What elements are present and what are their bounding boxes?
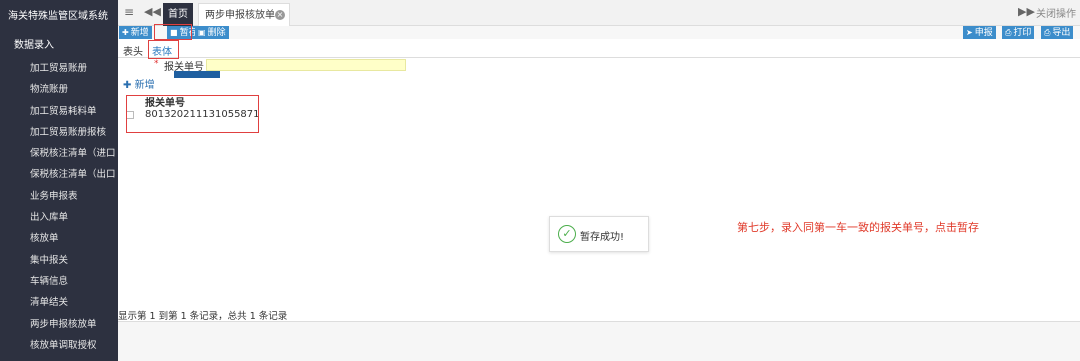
body-tab-highlight-box [148,40,179,59]
plus-icon: ✚ [122,28,129,37]
sidebar-item[interactable]: 加工贸易耗料单 [0,101,118,122]
selection-chip [174,71,220,78]
sidebar-item[interactable]: 保税核注清单（出口 [0,164,118,185]
export-button[interactable]: ⎙ 导出 [1041,26,1074,39]
sidebar-item[interactable]: 物流账册 [0,79,118,100]
sidebar-item[interactable]: 核放单 [0,228,118,249]
declaration-number-input[interactable] [206,59,406,71]
close-tab-icon[interactable]: × [275,10,285,20]
toast-message: 暂存成功! [580,232,625,243]
sidebar: 海关特殊监管区域系统 数据录入 加工贸易账册 物流账册 加工贸易耗料单 加工贸易… [0,0,118,361]
bottom-area [118,322,1080,361]
sidebar-item[interactable]: 业务申报表 [0,186,118,207]
send-icon: ➤ [966,28,973,37]
sidebar-item[interactable]: 车辆信息 [0,271,118,292]
record-count: 显示第 1 到第 1 条记录，总共 1 条记录 [118,311,288,322]
sidebar-item[interactable]: 核放单调取授权 [0,335,118,356]
tab-header[interactable]: 表头 [123,43,143,58]
add-row-button[interactable]: ✚ 新增 [123,76,155,91]
tab-two-step-declaration[interactable]: 两步申报核放单 × [198,3,290,26]
success-toast: ✓ 暂存成功! [549,216,649,252]
apply-button[interactable]: ➤ 申报 [963,26,996,39]
sidebar-item[interactable]: 两步申报核放单 [0,314,118,335]
sidebar-item[interactable]: 加工贸易账册报核 [0,122,118,143]
trash-icon: ▣ [198,28,206,37]
required-mark: * [154,59,159,69]
save-highlight-box [154,24,192,40]
export-icon: ⎙ [1044,28,1051,37]
print-icon: ⎙ [1005,28,1012,37]
print-button[interactable]: ⎙ 打印 [1002,26,1035,39]
system-title: 海关特殊监管区域系统 [8,11,108,22]
check-icon: ✓ [558,225,576,243]
sidebar-item[interactable]: 清单结关 [0,292,118,313]
plus-icon: ✚ [123,80,132,91]
toolbar: ✚ 新增 ■ 暂存 ▣ 删除 ➤ 申报 ⎙ 打印 ⎙ 导出 [118,26,1080,39]
sidebar-item[interactable]: 保税核注清单（进口 [0,143,118,164]
delete-button[interactable]: ▣ 删除 [195,26,229,39]
sidebar-item[interactable]: 加工贸易账册 [0,58,118,79]
instruction-annotation: 第七步，录入同第一车一致的报关单号，点击暂存 [737,221,979,234]
form-subtabs: 表头 表体 [118,40,1080,58]
tab-home[interactable]: 首页 [163,3,193,26]
sidebar-item[interactable]: 集中报关 [0,250,118,271]
new-button[interactable]: ✚ 新增 [119,26,152,39]
tab-scroll-left-icon[interactable]: ◀◀ [144,5,161,19]
sidebar-item[interactable]: 出入库单 [0,207,118,228]
close-operations-button[interactable]: 关闭操作 [1036,5,1076,20]
declaration-number-row: * 报关单号 [118,58,1080,73]
tab-scroll-right-icon[interactable]: ▶▶ [1018,5,1035,18]
menu-group-data-entry[interactable]: 数据录入 [0,34,118,58]
tab-label: 两步申报核放单 [205,10,275,21]
list-highlight-box [126,95,259,133]
tab-bar: ≡ ◀◀ 首页 两步申报核放单 × ▶▶ 关闭操作 [118,0,1080,26]
main-content: ≡ ◀◀ 首页 两步申报核放单 × ▶▶ 关闭操作 ✚ 新增 ■ 暂存 ▣ 删除 ➤ 申… [118,0,1080,361]
menu-toggle-icon[interactable]: ≡ [122,5,136,19]
